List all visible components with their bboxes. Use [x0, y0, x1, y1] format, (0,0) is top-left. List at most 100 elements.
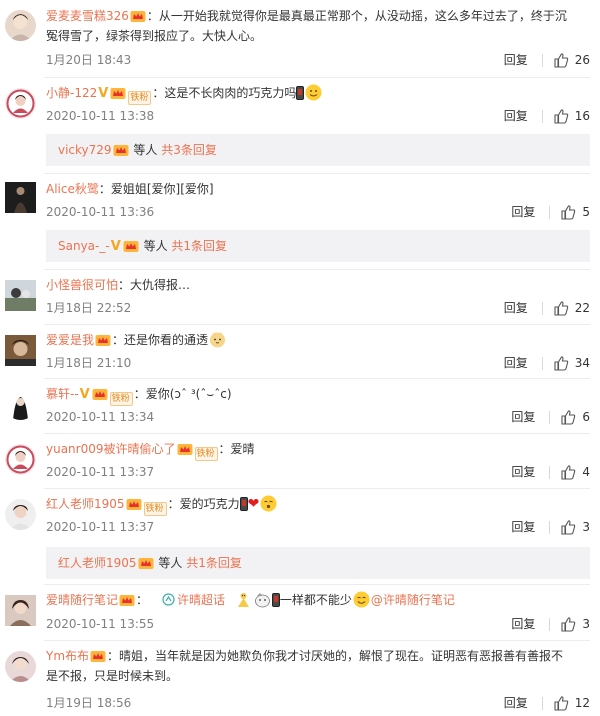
username[interactable]: yuanr009被许晴偷心了: [46, 442, 176, 456]
comment-content: Alice秋鹭：爱姐姐[爱你][爱你]: [46, 180, 592, 198]
vip-crown-icon: [119, 593, 135, 607]
emoji-icon: [260, 495, 277, 512]
avatar[interactable]: [5, 389, 36, 420]
emoji-icon: [235, 591, 252, 608]
emoji-icon: [254, 591, 271, 608]
username[interactable]: 爱爱是我: [46, 333, 94, 347]
sub-reply-username[interactable]: Sanya-_-: [58, 239, 110, 253]
thumbs-up-icon: [554, 696, 568, 711]
reply-button[interactable]: 回复: [511, 519, 535, 535]
divider: [549, 205, 551, 219]
comment-actions: 回复 4: [511, 464, 590, 480]
comment-actions: 回复 5: [511, 204, 590, 220]
comment-content: 小怪兽很可怕：大仇得报…: [46, 276, 592, 294]
username[interactable]: Ym布布: [46, 649, 89, 663]
username[interactable]: 爱麦麦雪糕326: [46, 9, 129, 23]
username[interactable]: 爱晴随行笔记: [46, 593, 118, 607]
reply-button[interactable]: 回复: [511, 616, 535, 632]
fan-badge: 铁粉: [109, 392, 133, 406]
username[interactable]: 红人老师1905: [46, 497, 125, 511]
comment-text: ：爱你(ɔˆ ³(ˆ⌣ˆc): [133, 387, 232, 401]
vip-crown-icon: [177, 442, 193, 456]
sub-reply-username[interactable]: vicky729: [58, 143, 112, 157]
mention-link[interactable]: @许晴随行笔记: [371, 593, 455, 607]
like-count: 12: [574, 696, 590, 710]
avatar[interactable]: [5, 651, 36, 682]
heart-icon: ❤: [247, 496, 260, 512]
divider: [549, 617, 551, 631]
reply-button[interactable]: 回复: [511, 204, 535, 220]
comment-text-line: 是不报，只是时候未到。: [46, 669, 179, 683]
like-button[interactable]: 5: [560, 204, 590, 220]
comment-content: 爱爱是我 ：还是你看的通透: [46, 331, 592, 349]
comment-content: 小静-122V 铁粉 ：这是不长肉肉的巧克力吗: [46, 84, 592, 105]
comment-text: ：爱的巧克力: [167, 497, 240, 511]
sub-replies-bar[interactable]: Sanya-_-V 等人 共1条回复: [46, 230, 590, 262]
reply-button[interactable]: 回复: [504, 300, 528, 316]
like-button[interactable]: 3: [560, 616, 590, 632]
comment-time: 1月18日 21:10: [46, 356, 132, 370]
like-button[interactable]: 6: [560, 409, 590, 425]
avatar[interactable]: [5, 182, 36, 213]
fan-badge: 铁粉: [143, 502, 167, 516]
like-button[interactable]: 12: [553, 695, 590, 711]
sub-replies-bar[interactable]: vicky729 等人 共3条回复: [46, 134, 590, 166]
comment-item: 小怪兽很可怕：大仇得报… 1月18日 22:52 回复 22: [0, 270, 600, 325]
vip-crown-icon: [92, 387, 108, 401]
sub-reply-username[interactable]: 红人老师1905: [58, 556, 137, 570]
username[interactable]: Alice秋鹭: [46, 182, 99, 196]
comment-item: Alice秋鹭：爱姐姐[爱你][爱你] 2020-10-11 13:36 回复 …: [0, 174, 600, 270]
divider: [549, 520, 551, 534]
fan-badge: 铁粉: [128, 91, 152, 105]
phone-emoji-icon: [296, 86, 305, 100]
like-button[interactable]: 16: [553, 108, 590, 124]
comment-time: 1月19日 18:56: [46, 696, 132, 710]
avatar[interactable]: [5, 499, 36, 530]
sub-reply-suffix: 等人: [129, 143, 162, 157]
thumbs-up-icon: [554, 301, 568, 316]
avatar[interactable]: [5, 88, 36, 119]
comment-actions: 回复 6: [511, 409, 590, 425]
username[interactable]: 小静-122: [46, 86, 97, 100]
avatar[interactable]: [5, 335, 36, 366]
divider: [541, 696, 543, 710]
divider: [541, 53, 543, 67]
topic-icon: [162, 593, 175, 606]
topic-link[interactable]: 许晴超话: [177, 593, 225, 607]
sub-replies-bar[interactable]: 红人老师1905 等人 共1条回复: [46, 547, 590, 579]
comment-actions: 回复 16: [504, 108, 590, 124]
vip-crown-icon: [126, 497, 142, 511]
sub-reply-count[interactable]: 共3条回复: [161, 143, 217, 157]
reply-button[interactable]: 回复: [511, 409, 535, 425]
sub-reply-count[interactable]: 共1条回复: [186, 556, 242, 570]
comment-time: 2020-10-11 13:37: [46, 465, 155, 479]
vip-crown-icon: [90, 649, 106, 663]
like-button[interactable]: 26: [553, 52, 590, 68]
like-button[interactable]: 22: [553, 300, 590, 316]
like-button[interactable]: 34: [553, 355, 590, 371]
avatar[interactable]: [5, 444, 36, 475]
avatar[interactable]: [5, 280, 36, 311]
reply-button[interactable]: 回复: [504, 355, 528, 371]
thumbs-up-icon: [561, 410, 576, 425]
comment-time: 1月20日 18:43: [46, 53, 132, 67]
comment-colon: ：: [136, 593, 149, 607]
sub-reply-count[interactable]: 共1条回复: [171, 239, 227, 253]
reply-button[interactable]: 回复: [504, 108, 528, 124]
reply-button[interactable]: 回复: [511, 464, 535, 480]
reply-button[interactable]: 回复: [504, 695, 528, 711]
username[interactable]: 小怪兽很可怕: [46, 278, 118, 292]
divider: [541, 356, 543, 370]
avatar[interactable]: [5, 595, 36, 626]
comment-content: Ym布布 ：晴姐，当年就是因为她欺负你我才讨厌她的，解恨了现在。证明恶有恶报善有善…: [46, 646, 592, 686]
username[interactable]: 慕轩--: [46, 387, 79, 401]
reply-button[interactable]: 回复: [504, 52, 528, 68]
avatar[interactable]: [5, 10, 36, 41]
like-button[interactable]: 3: [560, 519, 590, 535]
comment-item: 爱晴随行笔记 ： 许晴超话 一样都不能少 @许晴随行笔记 2020-10-11 13:…: [0, 585, 600, 641]
comment-text: ：大仇得报…: [118, 278, 191, 292]
comment-content: 红人老师1905 铁粉 ：爱的巧克力 ❤: [46, 495, 592, 516]
like-count: 26: [574, 53, 590, 67]
like-button[interactable]: 4: [560, 464, 590, 480]
comment-content: 爱麦麦雪糕326 ：从一开始我就觉得你是最真最正常那个，从没动摇，这么多年过去了，…: [46, 6, 592, 46]
